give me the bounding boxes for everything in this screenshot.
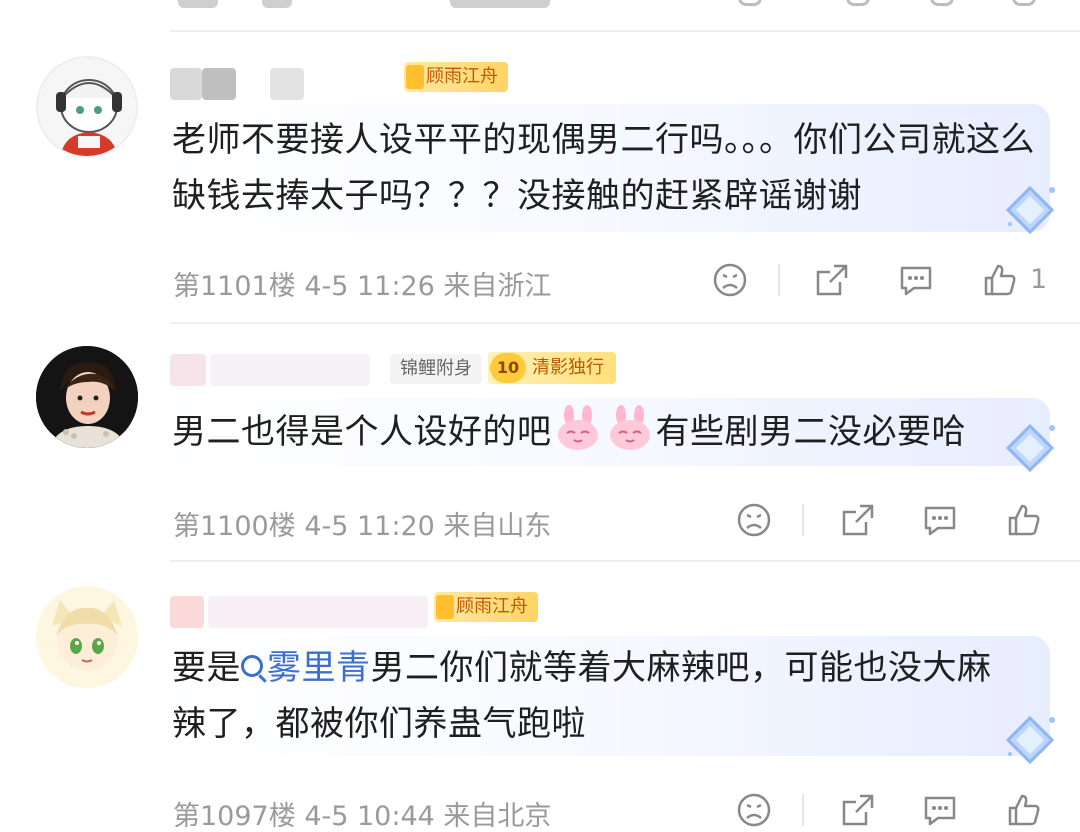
like-icon[interactable] [1006,792,1042,828]
comment-meta: 第1097楼 4-5 10:44 来自北京 [173,794,551,832]
location: 来自浙江 [443,271,552,302]
level-badge[interactable]: 10 清影独行 [488,352,616,384]
like-icon[interactable] [1006,502,1042,538]
dislike-icon[interactable] [736,792,772,828]
reply-icon[interactable] [898,262,934,298]
reply-icon[interactable] [922,502,958,538]
avatar[interactable] [36,56,138,158]
comment-text: 要是 雾里青男二你们就等着大麻辣吧，可能也没大麻辣了，都被你们养蛊气跑啦 [172,648,992,744]
dislike-icon[interactable] [736,502,772,538]
comment-meta: 第1100楼 4-5 11:20 来自山东 [173,504,551,543]
share-icon[interactable] [840,502,876,538]
location: 来自山东 [443,511,552,542]
comment-meta: 第1101楼 4-5 11:26 来自浙江 [173,264,551,303]
share-icon[interactable] [846,0,870,6]
blurred-username [170,596,204,628]
action-separator [778,264,780,296]
remnant-text [178,0,218,8]
previous-comment-remnant [0,0,1080,30]
dislike-icon[interactable] [712,262,748,298]
floor-number: 第1100楼 [173,511,296,542]
like-icon[interactable] [982,262,1018,298]
bunny-emoji-icon [609,405,650,450]
badge-icon [406,65,424,89]
diamond-gem-icon [1005,185,1055,235]
comment-text: 老师不要接人设平平的现偶男二行吗。。。你们公司就这么缺钱去捧太子吗？？？没接触的… [172,120,1035,216]
timestamp: 4-5 10:44 [304,801,435,832]
share-icon[interactable] [814,262,850,298]
like-icon[interactable] [1012,0,1036,6]
fan-badge[interactable]: 顾雨江舟 [434,592,538,622]
timestamp: 4-5 11:20 [304,511,435,542]
divider [170,322,1080,324]
fan-badge[interactable]: 锦鲤附身 [390,354,482,384]
divider [170,30,1080,32]
level-number: 10 [490,353,526,383]
timestamp: 4-5 11:26 [304,271,435,302]
bunny-emoji-icon [557,405,598,450]
floor-number: 第1101楼 [173,271,296,302]
badge-icon [436,595,454,619]
remnant-text [450,0,550,8]
svg-text:‿‿: ‿‿ [53,676,71,687]
search-mention-icon [241,655,263,677]
blurred-username [170,68,202,100]
divider [170,560,1080,562]
comment-bubble: 要是 雾里青男二你们就等着大麻辣吧，可能也没大麻辣了，都被你们养蛊气跑啦 [160,636,1050,756]
location: 来自北京 [443,801,552,832]
floor-number: 第1097楼 [173,801,296,832]
comment-bubble: 老师不要接人设平平的现偶男二行吗。。。你们公司就这么缺钱去捧太子吗？？？没接触的… [160,104,1050,232]
dislike-icon[interactable] [738,0,762,6]
action-separator [802,794,804,826]
action-separator [802,504,804,536]
fan-badge[interactable]: 顾雨江舟 [404,62,508,92]
like-count: 1 [1030,264,1048,295]
avatar[interactable] [36,346,138,448]
reply-icon[interactable] [922,792,958,828]
reply-icon[interactable] [930,0,954,6]
comment-bubble: 男二也得是个人设好的吧 有些剧男二没必要哈 [160,398,1050,466]
avatar[interactable]: ‿‿ [36,586,138,688]
mention-link[interactable]: 雾里青 [241,648,371,688]
comment-text: 男二也得是个人设好的吧 有些剧男二没必要哈 [160,398,1050,460]
share-icon[interactable] [840,792,876,828]
diamond-gem-icon [1005,715,1055,765]
diamond-gem-icon [1005,423,1055,473]
blurred-username [170,354,206,386]
remnant-text [262,0,292,8]
